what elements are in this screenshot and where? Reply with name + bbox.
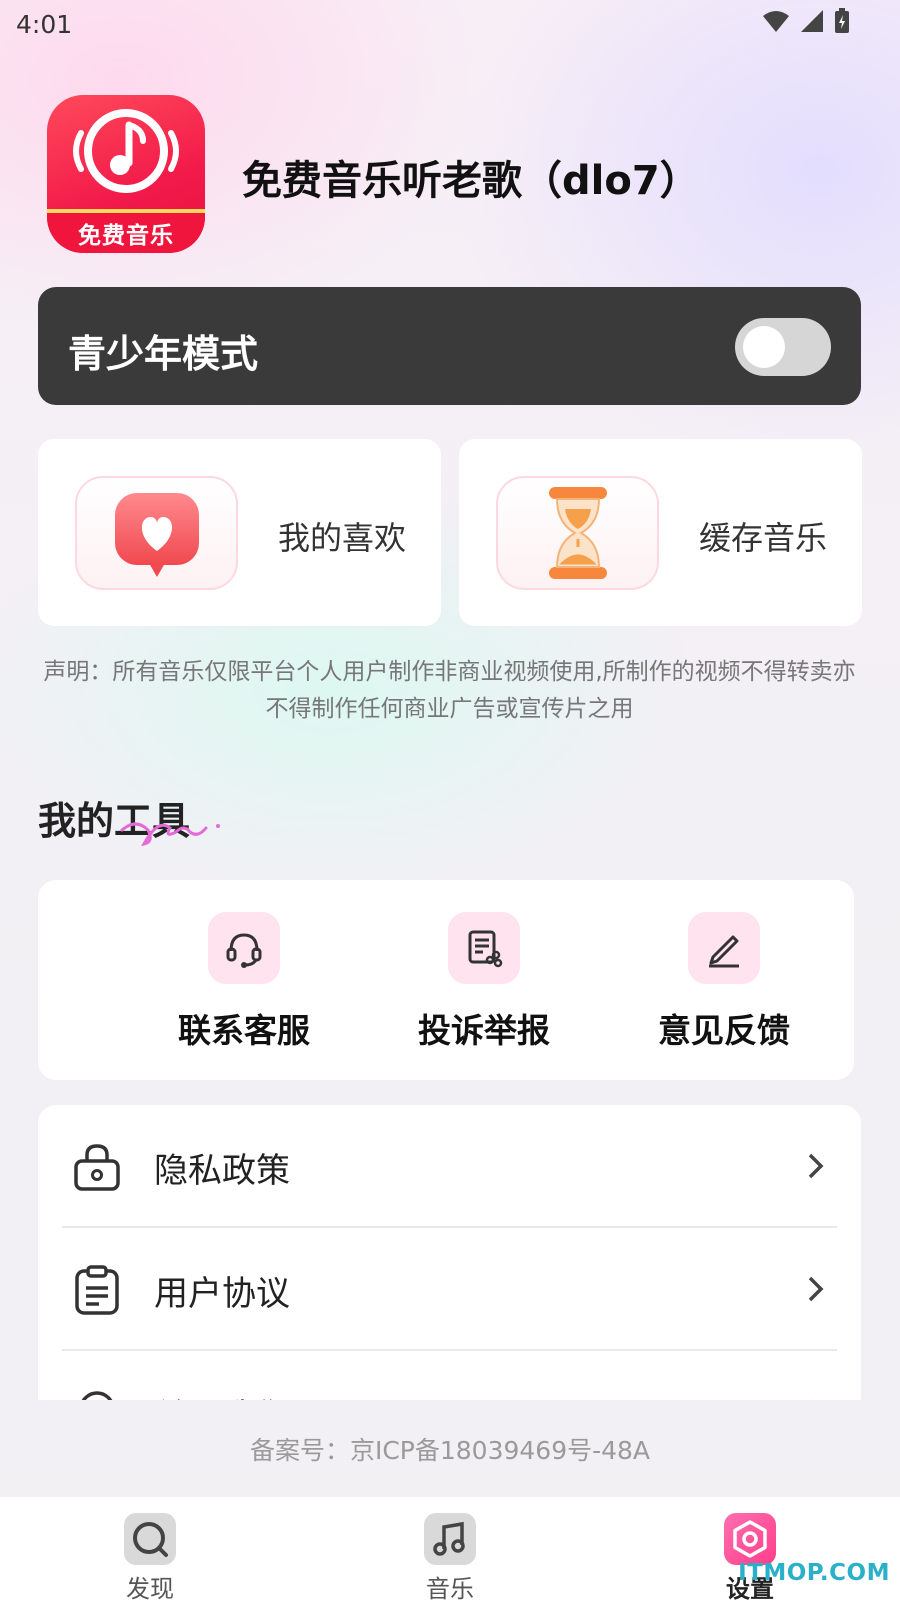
logo-text: 免费音乐 bbox=[47, 209, 205, 253]
report-label: 投诉举报 bbox=[418, 1011, 550, 1050]
nav-discover[interactable]: 发现 bbox=[90, 1513, 210, 1600]
toggle-knob bbox=[743, 326, 785, 368]
feedback-button[interactable]: 意见反馈 bbox=[624, 912, 824, 1052]
wifi-icon bbox=[763, 11, 789, 32]
battery-icon bbox=[835, 8, 849, 33]
section-underline-decoration bbox=[120, 822, 220, 847]
headset-icon bbox=[208, 912, 280, 984]
teen-mode-toggle[interactable] bbox=[735, 318, 831, 376]
nav-settings[interactable]: 设置 bbox=[690, 1513, 810, 1600]
app-logo: 免费音乐 bbox=[47, 95, 205, 253]
my-favorites-card[interactable]: 我的喜欢 bbox=[38, 439, 441, 626]
music-disc-icon bbox=[73, 109, 179, 193]
nav-music[interactable]: 音乐 bbox=[390, 1513, 510, 1600]
lock-icon bbox=[74, 1144, 120, 1191]
cached-music-label: 缓存音乐 bbox=[699, 519, 828, 557]
status-time: 4:01 bbox=[16, 10, 73, 39]
icp-record: 备案号：京ICP备18039469号-48A bbox=[249, 1436, 651, 1465]
settings-list: 隐私政策 用户协议 关于我们 bbox=[38, 1105, 861, 1400]
chevron-right-icon bbox=[808, 1153, 824, 1179]
nav-discover-label: 发现 bbox=[126, 1575, 174, 1600]
music-note-icon bbox=[424, 1513, 476, 1565]
watermark: ITMOP.COM bbox=[738, 1560, 890, 1586]
status-icons bbox=[762, 8, 850, 34]
hourglass-icon bbox=[496, 476, 659, 590]
app-title: 免费音乐听老歌（dlo7） bbox=[242, 158, 700, 204]
disclaimer-text: 声明：所有音乐仅限平台个人用户制作非商业视频使用,所制作的视频不得转卖亦不得制作… bbox=[43, 659, 856, 722]
cached-music-card[interactable]: 缓存音乐 bbox=[459, 439, 862, 626]
clipboard-icon bbox=[75, 1265, 119, 1315]
teen-mode-card: 青少年模式 bbox=[38, 287, 861, 405]
info-icon bbox=[81, 1391, 113, 1400]
report-icon bbox=[448, 912, 520, 984]
chevron-right-icon bbox=[808, 1276, 824, 1302]
discover-icon bbox=[124, 1513, 176, 1565]
about-us-row[interactable]: 关于我们 bbox=[38, 1351, 861, 1400]
signal-icon bbox=[801, 10, 823, 32]
feedback-label: 意见反馈 bbox=[658, 1011, 790, 1050]
user-agreement-row[interactable]: 用户协议 bbox=[38, 1228, 861, 1349]
edit-icon bbox=[688, 912, 760, 984]
user-agreement-label: 用户协议 bbox=[154, 1274, 290, 1314]
heart-icon bbox=[75, 476, 238, 590]
my-favorites-label: 我的喜欢 bbox=[278, 519, 407, 557]
about-us-label: 关于我们 bbox=[154, 1389, 290, 1400]
teen-mode-label: 青少年模式 bbox=[68, 332, 259, 376]
privacy-policy-label: 隐私政策 bbox=[154, 1151, 290, 1191]
tools-card: 联系客服 投诉举报 意见反馈 bbox=[38, 880, 854, 1080]
contact-service-label: 联系客服 bbox=[178, 1011, 310, 1050]
settings-icon bbox=[724, 1513, 776, 1565]
privacy-policy-row[interactable]: 隐私政策 bbox=[38, 1105, 861, 1226]
chevron-right-icon bbox=[811, 1399, 812, 1400]
contact-service-button[interactable]: 联系客服 bbox=[144, 912, 344, 1052]
nav-music-label: 音乐 bbox=[426, 1575, 474, 1600]
report-button[interactable]: 投诉举报 bbox=[384, 912, 584, 1052]
